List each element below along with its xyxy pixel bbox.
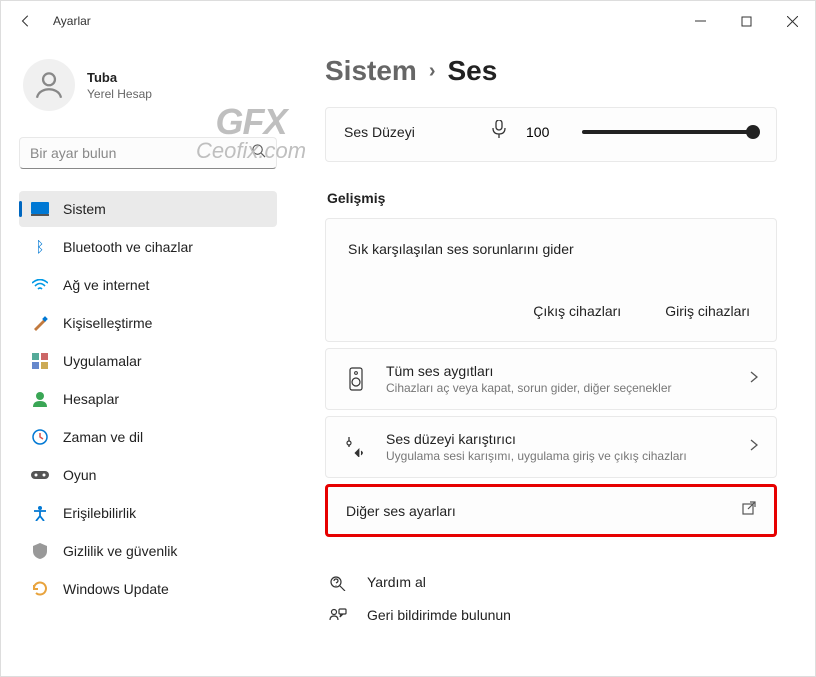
nav-label: Kişiselleştirme [63, 315, 152, 331]
accessibility-icon [31, 504, 49, 522]
avatar [23, 59, 75, 111]
nav-privacy[interactable]: Gizlilik ve güvenlik [19, 533, 277, 569]
close-button[interactable] [769, 1, 815, 41]
volume-card: Ses Düzeyi 100 [325, 107, 777, 162]
nav-label: Gizlilik ve güvenlik [63, 543, 177, 559]
nav-label: Hesaplar [63, 391, 119, 407]
breadcrumb: Sistem › Ses [325, 55, 777, 87]
breadcrumb-parent[interactable]: Sistem [325, 55, 417, 87]
nav-personalization[interactable]: Kişiselleştirme [19, 305, 277, 341]
network-icon [31, 276, 49, 294]
breadcrumb-sep: › [429, 60, 436, 83]
slider-thumb[interactable] [746, 125, 760, 139]
nav-gaming[interactable]: Oyun [19, 457, 277, 493]
nav-label: Sistem [63, 201, 106, 217]
nav-accessibility[interactable]: Erişilebilirlik [19, 495, 277, 531]
brush-icon [31, 314, 49, 332]
row-title: Ses düzeyi karıştırıcı [386, 431, 687, 447]
breadcrumb-current: Ses [448, 55, 498, 87]
nav-label: Windows Update [63, 581, 169, 597]
feedback-link[interactable]: Geri bildirimde bulunun [325, 599, 777, 631]
titlebar: Ayarlar [1, 1, 815, 41]
window-title: Ayarlar [53, 14, 91, 28]
user-subtitle: Yerel Hesap [87, 87, 152, 101]
feedback-label: Geri bildirimde bulunun [367, 607, 511, 623]
nav-update[interactable]: Windows Update [19, 571, 277, 607]
sidebar: Tuba Yerel Hesap Sistem ᛒ Bluetooth ve ci… [1, 41, 297, 676]
minimize-button[interactable] [677, 1, 723, 41]
nav-label: Zaman ve dil [63, 429, 143, 445]
volume-value: 100 [526, 124, 556, 140]
nav-label: Bluetooth ve cihazlar [63, 239, 193, 255]
other-sound-settings-card[interactable]: Diğer ses ayarları [325, 484, 777, 537]
nav-accounts[interactable]: Hesaplar [19, 381, 277, 417]
search-box[interactable] [19, 137, 277, 169]
row-title: Diğer ses ayarları [346, 503, 456, 519]
clock-icon [31, 428, 49, 446]
mixer-icon [344, 437, 368, 457]
row-title: Tüm ses aygıtları [386, 363, 672, 379]
external-link-icon [742, 501, 756, 520]
troubleshoot-card: Sık karşılaşılan ses sorunlarını gider Ç… [325, 218, 777, 342]
nav-bluetooth[interactable]: ᛒ Bluetooth ve cihazlar [19, 229, 277, 265]
update-icon [31, 580, 49, 598]
output-devices-button[interactable]: Çıkış cihazları [533, 303, 621, 319]
system-icon [31, 200, 49, 218]
gamepad-icon [31, 466, 49, 484]
row-subtitle: Uygulama sesi karışımı, uygulama giriş v… [386, 449, 687, 463]
nav-list: Sistem ᛒ Bluetooth ve cihazlar Ağ ve inte… [19, 191, 297, 607]
nav-label: Erişilebilirlik [63, 505, 136, 521]
shield-icon [31, 542, 49, 560]
volume-slider[interactable] [582, 130, 758, 134]
mic-icon[interactable] [492, 120, 508, 143]
speaker-icon [344, 367, 368, 391]
help-label: Yardım al [367, 574, 426, 590]
volume-label: Ses Düzeyi [344, 124, 474, 140]
chevron-right-icon [750, 370, 758, 388]
troubleshoot-title: Sık karşılaşılan ses sorunlarını gider [348, 241, 754, 257]
nav-label: Uygulamalar [63, 353, 142, 369]
get-help-link[interactable]: Yardım al [325, 565, 777, 599]
apps-icon [31, 352, 49, 370]
nav-label: Ağ ve internet [63, 277, 149, 293]
feedback-icon [327, 607, 349, 623]
all-devices-card[interactable]: Tüm ses aygıtları Cihazları aç veya kapa… [325, 348, 777, 410]
row-subtitle: Cihazları aç veya kapat, sorun gider, di… [386, 381, 672, 395]
advanced-heading: Gelişmiş [327, 190, 777, 206]
back-button[interactable] [19, 13, 35, 29]
search-input[interactable] [30, 145, 251, 161]
help-icon [327, 573, 349, 591]
bluetooth-icon: ᛒ [31, 238, 49, 256]
nav-sistem[interactable]: Sistem [19, 191, 277, 227]
nav-label: Oyun [63, 467, 96, 483]
user-account[interactable]: Tuba Yerel Hesap [19, 59, 297, 111]
nav-time[interactable]: Zaman ve dil [19, 419, 277, 455]
maximize-button[interactable] [723, 1, 769, 41]
content-area: Sistem › Ses Ses Düzeyi 100 Gelişmiş Sık… [297, 41, 815, 676]
nav-network[interactable]: Ağ ve internet [19, 267, 277, 303]
nav-apps[interactable]: Uygulamalar [19, 343, 277, 379]
search-icon [251, 143, 266, 163]
user-name: Tuba [87, 70, 152, 85]
chevron-right-icon [750, 438, 758, 456]
mixer-card[interactable]: Ses düzeyi karıştırıcı Uygulama sesi kar… [325, 416, 777, 478]
input-devices-button[interactable]: Giriş cihazları [665, 303, 750, 319]
person-icon [31, 390, 49, 408]
